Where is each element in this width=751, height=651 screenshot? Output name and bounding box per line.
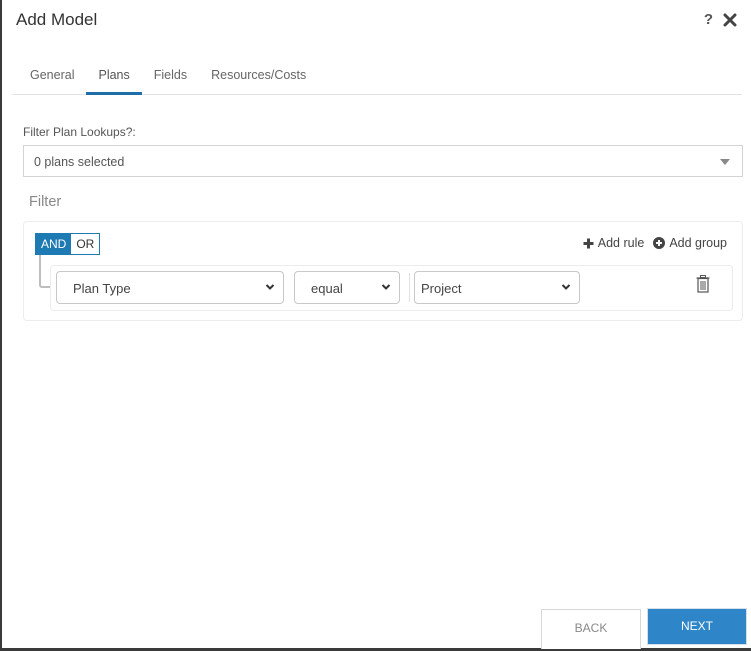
- condition-toggle: AND OR: [35, 233, 101, 255]
- add-group-button[interactable]: Add group: [653, 236, 727, 250]
- rule-value-value: Project: [421, 281, 462, 296]
- or-button[interactable]: OR: [71, 234, 100, 254]
- tab-resources-costs[interactable]: Resources/Costs: [199, 62, 318, 94]
- plus-icon: [583, 238, 594, 248]
- rule-operator-select[interactable]: equal: [294, 271, 400, 304]
- add-model-dialog: Add Model ? General Plans Fields Resourc…: [0, 0, 751, 651]
- rule-field-value: Plan Type: [73, 281, 131, 296]
- rule-separator: [409, 273, 410, 302]
- filter-plan-lookups-select[interactable]: 0 plans selected: [23, 145, 743, 177]
- rule-operator-value: equal: [311, 281, 343, 296]
- dialog-title: Add Model: [16, 10, 98, 29]
- tab-general[interactable]: General: [12, 62, 86, 94]
- and-button[interactable]: AND: [36, 234, 72, 254]
- filter-group: AND OR Add rule Add group Plan Type equa…: [23, 221, 743, 321]
- caret-down-icon: [720, 159, 730, 165]
- chevron-down-icon: [561, 284, 571, 290]
- tab-plans[interactable]: Plans: [86, 62, 142, 95]
- next-button[interactable]: NEXT: [647, 608, 747, 645]
- add-rule-label: Add rule: [597, 236, 645, 250]
- rule-value-select[interactable]: Project: [414, 271, 580, 304]
- back-button[interactable]: BACK: [541, 609, 641, 649]
- header-icons: ?: [704, 12, 737, 28]
- chevron-down-icon: [381, 284, 391, 290]
- trash-icon[interactable]: [696, 275, 710, 293]
- chevron-down-icon: [265, 284, 275, 290]
- tab-bar: General Plans Fields Resources/Costs: [12, 62, 742, 95]
- rule-field-select[interactable]: Plan Type: [56, 271, 284, 304]
- add-group-label: Add group: [669, 236, 727, 250]
- lookup-selected-value: 0 plans selected: [34, 155, 125, 169]
- circle-plus-icon: [653, 237, 666, 249]
- filter-rule: Plan Type equal Project: [50, 265, 733, 311]
- filter-plan-lookups-label: Filter Plan Lookups?:: [23, 125, 136, 139]
- filter-heading: Filter: [29, 194, 62, 210]
- close-icon[interactable]: [723, 13, 737, 27]
- help-icon[interactable]: ?: [704, 12, 713, 28]
- tab-fields[interactable]: Fields: [142, 62, 199, 94]
- group-actions: Add rule Add group: [583, 236, 727, 250]
- add-rule-button[interactable]: Add rule: [583, 236, 645, 250]
